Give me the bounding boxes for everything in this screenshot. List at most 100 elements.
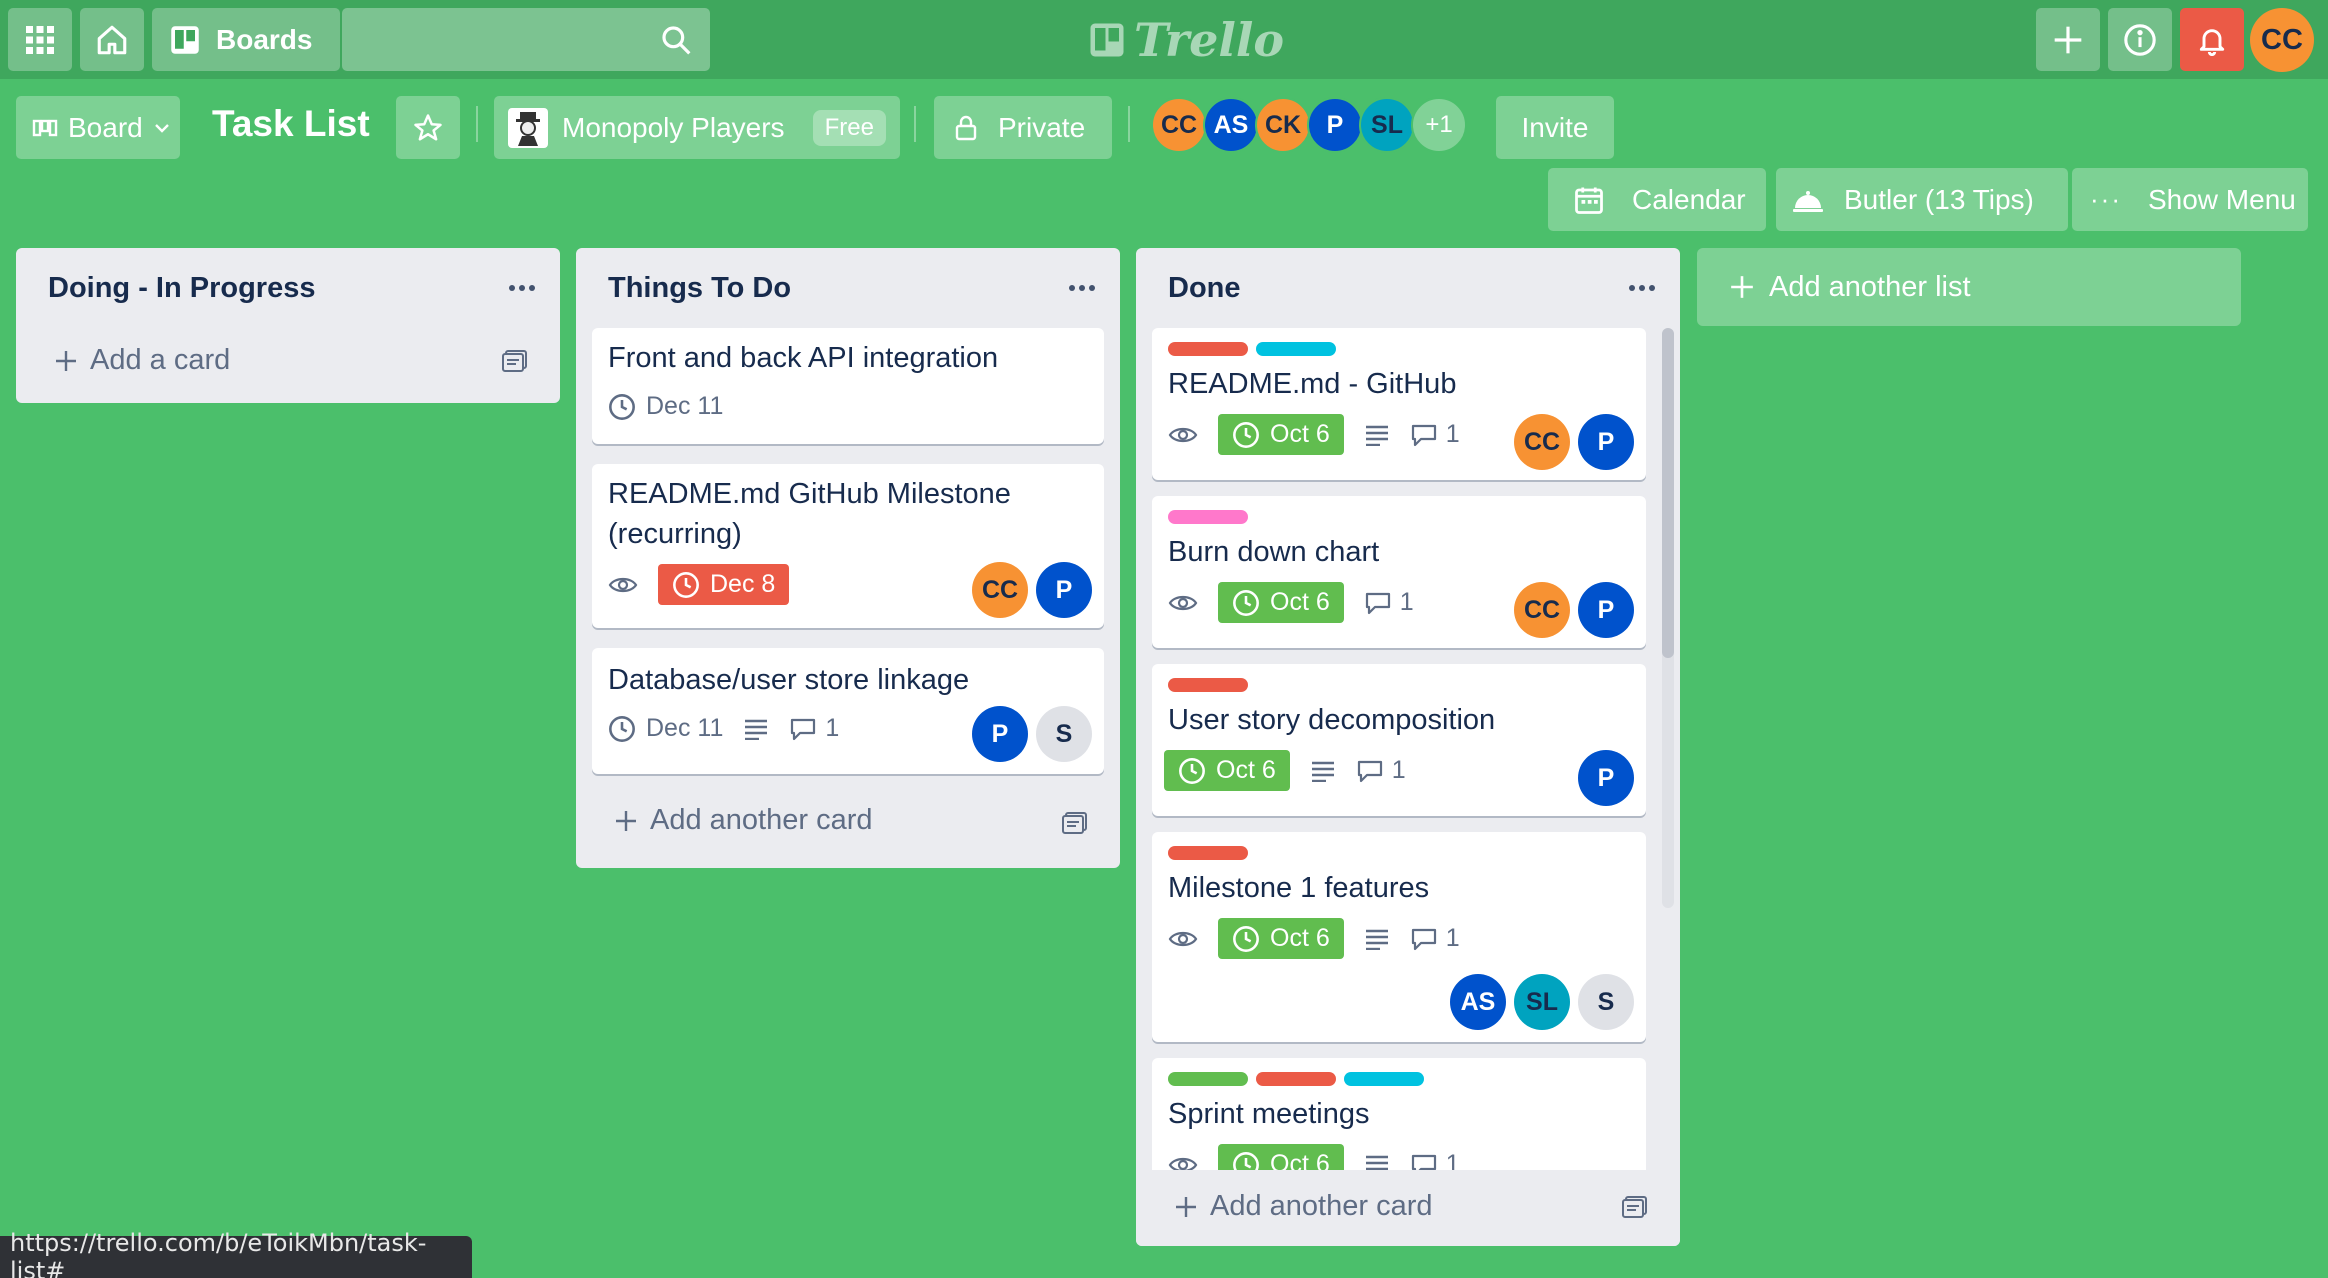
due-date-badge-complete[interactable]: Oct 6 — [1164, 750, 1290, 791]
logo-text: Trello — [1134, 13, 1285, 67]
comment-count: 1 — [1445, 924, 1460, 952]
member-avatar[interactable]: P — [972, 706, 1028, 762]
card-label[interactable] — [1168, 846, 1248, 860]
clock-icon — [673, 571, 699, 598]
calendar-button[interactable]: Calendar — [1548, 168, 1766, 231]
member-avatar[interactable]: P — [1036, 562, 1092, 618]
member-avatar[interactable]: SL — [1359, 97, 1415, 153]
member-avatar[interactable]: AS — [1450, 974, 1506, 1030]
member-avatar[interactable]: S — [1036, 706, 1092, 762]
comment-icon — [1411, 928, 1436, 950]
comments-badge: 1 — [1356, 756, 1406, 785]
board-view-switcher[interactable]: Board — [16, 96, 180, 159]
card-labels — [1168, 678, 1248, 692]
team-button[interactable]: Monopoly Players Free — [494, 96, 900, 159]
list-title[interactable]: Things To Do — [608, 272, 791, 305]
divider — [914, 106, 916, 142]
member-avatar[interactable]: CC — [1514, 582, 1570, 638]
watch-eye-icon — [1168, 595, 1198, 610]
create-button[interactable] — [2036, 8, 2100, 71]
due-date-badge-complete[interactable]: Oct 6 — [1218, 918, 1344, 959]
info-button[interactable] — [2108, 8, 2172, 71]
comment-count: 1 — [1391, 756, 1406, 784]
trello-logo[interactable]: Trello — [1088, 13, 1285, 67]
add-card-button[interactable]: Add another card — [614, 804, 872, 837]
member-avatar[interactable]: CC — [972, 562, 1028, 618]
card[interactable]: Milestone 1 features Oct 6 1 AS SL S — [1152, 832, 1646, 1042]
card[interactable]: Burn down chart Oct 6 1 CC P — [1152, 496, 1646, 648]
card-badges: Oct 6 1 — [1168, 582, 1414, 623]
card-title: Front and back API integration — [608, 342, 999, 374]
visibility-button[interactable]: Private — [934, 96, 1112, 159]
member-avatar[interactable]: S — [1578, 974, 1634, 1030]
card-template-icon[interactable] — [502, 348, 528, 372]
member-avatar[interactable]: CC — [1514, 414, 1570, 470]
invite-button[interactable]: Invite — [1496, 96, 1614, 159]
card-label[interactable] — [1256, 342, 1336, 356]
due-date-badge-complete[interactable]: Oct 6 — [1218, 1144, 1344, 1170]
comment-count: 1 — [825, 714, 840, 742]
card[interactable]: README.md - GitHub Oct 6 1 CC P — [1152, 328, 1646, 480]
boards-button[interactable]: Boards — [152, 8, 340, 71]
card-badges: Oct 6 1 — [1164, 750, 1406, 791]
due-date-badge[interactable]: Dec 11 — [608, 392, 723, 421]
member-avatar[interactable]: P — [1307, 97, 1363, 153]
card[interactable]: Database/user store linkage Dec 11 1 P S — [592, 648, 1104, 774]
due-date-badge-complete[interactable]: Oct 6 — [1218, 414, 1344, 455]
card[interactable]: README.md GitHub Milestone (recurring) D… — [592, 464, 1104, 628]
card-label[interactable] — [1256, 1072, 1336, 1086]
card-template-icon[interactable] — [1062, 810, 1088, 834]
member-avatar[interactable]: CC — [1151, 97, 1207, 153]
member-avatar[interactable]: SL — [1514, 974, 1570, 1030]
list-title[interactable]: Done — [1168, 272, 1241, 305]
card-title: Sprint meetings — [1168, 1098, 1370, 1130]
home-icon[interactable] — [80, 8, 144, 71]
apps-grid-icon[interactable] — [8, 8, 72, 71]
due-date: Oct 6 — [1270, 588, 1330, 616]
due-date-badge[interactable]: Dec 11 — [608, 714, 723, 743]
search-input[interactable] — [342, 8, 710, 71]
user-avatar[interactable]: CC — [2250, 8, 2314, 72]
member-avatar[interactable]: P — [1578, 750, 1634, 806]
list-menu-icon[interactable] — [1628, 284, 1656, 292]
card-title: Burn down chart — [1168, 536, 1380, 568]
card-label[interactable] — [1168, 1072, 1248, 1086]
card-members: P — [1578, 750, 1634, 806]
card-label[interactable] — [1168, 678, 1248, 692]
member-avatar[interactable]: AS — [1203, 97, 1259, 153]
butler-button[interactable]: Butler (13 Tips) — [1776, 168, 2068, 231]
due-date-badge-complete[interactable]: Oct 6 — [1218, 582, 1344, 623]
card-template-icon[interactable] — [1622, 1194, 1648, 1218]
comments-badge: 1 — [1364, 588, 1414, 617]
scrollbar-thumb[interactable] — [1662, 328, 1674, 658]
board-title[interactable]: Task List — [212, 103, 370, 145]
card[interactable]: Front and back API integration Dec 11 — [592, 328, 1104, 444]
show-menu-button[interactable]: ··· Show Menu — [2072, 168, 2308, 231]
more-members-button[interactable]: +1 — [1411, 97, 1467, 153]
card-badges: Oct 6 1 — [1168, 414, 1460, 455]
add-list-button[interactable]: Add another list — [1697, 248, 2241, 326]
list-doing-in-progress: Doing - In Progress Add a card — [16, 248, 560, 403]
add-card-button[interactable]: Add a card — [54, 344, 230, 377]
card-label[interactable] — [1168, 510, 1248, 524]
card-label[interactable] — [1168, 342, 1248, 356]
card-list-scroll-area[interactable]: README.md - GitHub Oct 6 1 CC P Burn dow… — [1136, 328, 1680, 1170]
member-avatar[interactable]: P — [1578, 414, 1634, 470]
plus-icon — [1731, 276, 1753, 298]
due-date-badge-overdue[interactable]: Dec 8 — [658, 564, 790, 605]
card-label[interactable] — [1344, 1072, 1424, 1086]
member-avatar[interactable]: CK — [1255, 97, 1311, 153]
card[interactable]: Sprint meetings Oct 6 1 — [1152, 1058, 1646, 1170]
bell-icon — [2199, 28, 2225, 56]
list-title[interactable]: Doing - In Progress — [48, 272, 315, 305]
notifications-button[interactable] — [2180, 8, 2244, 71]
add-card-button[interactable]: Add another card — [1174, 1190, 1432, 1223]
board-view-label: Board — [68, 111, 143, 143]
member-avatar[interactable]: P — [1578, 582, 1634, 638]
list-menu-icon[interactable] — [1068, 284, 1096, 292]
list-menu-icon[interactable] — [508, 284, 536, 292]
add-card-label: Add another card — [650, 804, 873, 836]
card-members: P S — [972, 706, 1092, 762]
card[interactable]: User story decomposition Oct 6 1 P — [1152, 664, 1646, 816]
star-board-button[interactable] — [396, 96, 460, 159]
